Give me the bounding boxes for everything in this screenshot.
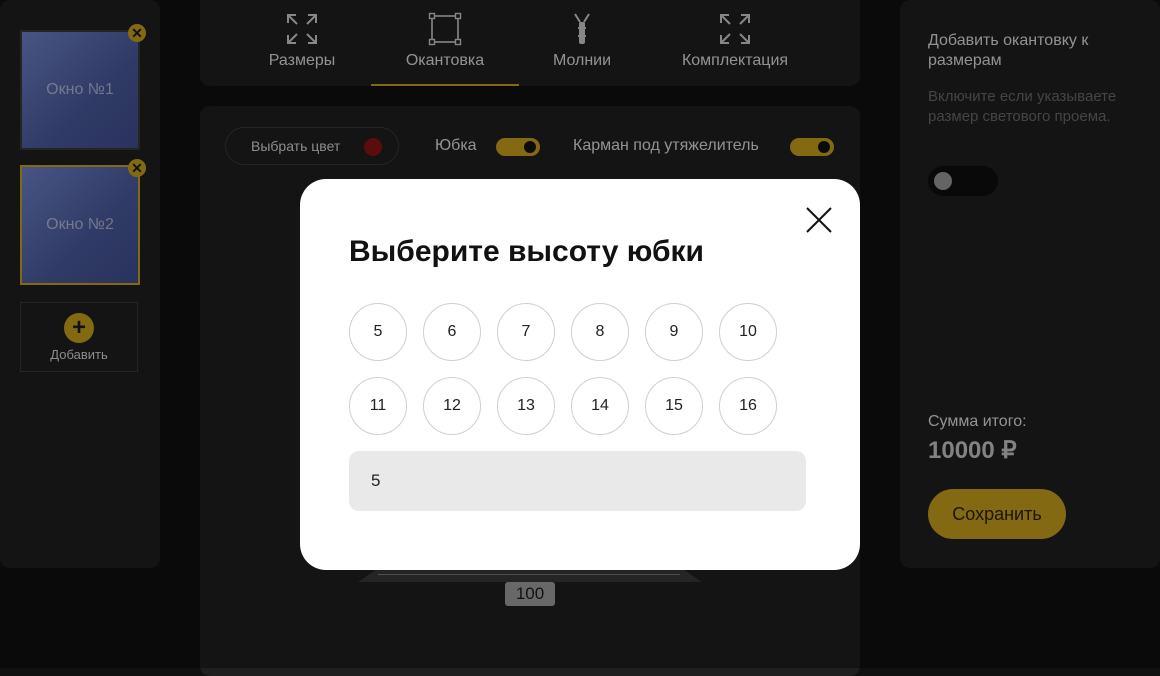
height-option[interactable]: 10: [719, 303, 777, 361]
modal-title: Выберите высоту юбки: [349, 235, 704, 268]
height-option[interactable]: 15: [645, 377, 703, 435]
height-option[interactable]: 9: [645, 303, 703, 361]
height-option[interactable]: 5: [349, 303, 407, 361]
height-option[interactable]: 11: [349, 377, 407, 435]
close-icon[interactable]: [804, 205, 834, 235]
height-option[interactable]: 13: [497, 377, 555, 435]
height-option[interactable]: 16: [719, 377, 777, 435]
height-option[interactable]: 12: [423, 377, 481, 435]
height-option[interactable]: 8: [571, 303, 629, 361]
height-option[interactable]: 6: [423, 303, 481, 361]
height-option[interactable]: 7: [497, 303, 555, 361]
skirt-height-input[interactable]: [349, 451, 806, 511]
skirt-height-modal: Выберите высоту юбки 5 6 7 8 9 10 11 12 …: [300, 179, 860, 570]
height-option[interactable]: 14: [571, 377, 629, 435]
